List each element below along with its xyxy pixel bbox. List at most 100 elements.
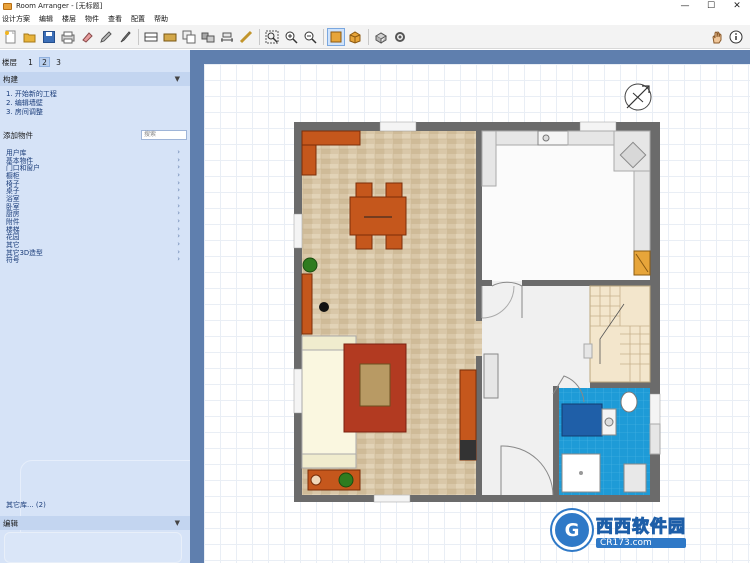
toolbar-separator — [368, 28, 369, 45]
zoom-in-icon[interactable] — [282, 28, 300, 46]
window[interactable] — [579, 121, 617, 132]
window[interactable] — [379, 121, 417, 132]
menu-options[interactable]: 配置 — [131, 14, 145, 24]
category-tables[interactable]: 桌子 › — [6, 186, 180, 195]
menu-view[interactable]: 查看 — [108, 14, 122, 24]
2d-view-icon[interactable] — [327, 27, 345, 46]
toilet[interactable] — [620, 391, 638, 413]
open-icon[interactable] — [21, 28, 39, 46]
wall-icon[interactable] — [142, 28, 160, 46]
tv-cabinet[interactable] — [301, 273, 313, 335]
menu-help[interactable]: 帮助 — [154, 14, 168, 24]
3d-walk-icon[interactable] — [372, 28, 390, 46]
bathtub[interactable] — [561, 403, 603, 437]
menu-object[interactable]: 物件 — [85, 14, 99, 24]
kitchen-counter[interactable] — [633, 170, 651, 252]
lamp-icon[interactable] — [319, 302, 329, 312]
dining-chair[interactable] — [355, 182, 373, 198]
step-edit-walls[interactable]: 2. 编辑墙壁 — [6, 99, 57, 108]
print-icon[interactable] — [59, 28, 77, 46]
interior-wall[interactable] — [476, 131, 482, 321]
menu-file[interactable]: 设计方案 — [2, 14, 30, 24]
info-icon[interactable] — [727, 28, 745, 46]
floor-tab-3[interactable]: 3 — [53, 57, 64, 67]
build-title: 构建 — [3, 74, 18, 84]
measure-icon[interactable] — [218, 28, 236, 46]
radiator[interactable] — [483, 353, 499, 399]
minimize-button[interactable]: — — [672, 0, 698, 12]
edit-section-header[interactable]: 编辑 ▼ — [0, 516, 190, 530]
watermark-logo: G — [552, 510, 592, 550]
collapse-icon[interactable]: ▼ — [175, 519, 180, 527]
toolbar-separator — [138, 28, 139, 45]
step-adjust-rooms[interactable]: 3. 房间调整 — [6, 108, 57, 117]
build-section-header[interactable]: 构建 ▼ — [0, 72, 190, 86]
dining-chair[interactable] — [385, 234, 403, 250]
category-other-3d[interactable]: 其它3D造型 › — [6, 248, 180, 257]
window[interactable] — [293, 368, 303, 414]
staircase[interactable] — [589, 285, 651, 383]
maximize-button[interactable]: ☐ — [698, 0, 724, 12]
window[interactable] — [373, 494, 411, 503]
left-panel: 楼层 1 2 3 构建 ▼ 1. 开始新的工程 2. 编辑墙壁 3. 房间调整 … — [0, 50, 190, 563]
category-chairs[interactable]: 椅子 › — [6, 179, 180, 188]
coffee-table[interactable] — [359, 363, 391, 407]
interior-wall[interactable] — [553, 386, 559, 495]
floor-tab-2[interactable]: 2 — [39, 57, 50, 67]
floor-tab-1[interactable]: 1 — [25, 57, 36, 67]
cabinet[interactable] — [623, 463, 647, 493]
dining-chair[interactable] — [385, 182, 403, 198]
close-button[interactable]: ✕ — [724, 0, 750, 12]
zoom-out-icon[interactable] — [301, 28, 319, 46]
search-input[interactable]: 搜索 — [141, 130, 187, 140]
app-icon — [3, 2, 12, 10]
kitchen-counter[interactable] — [495, 130, 539, 146]
category-doors-windows[interactable]: 门口和窗户 › — [6, 163, 180, 172]
category-kitchen[interactable]: 厨房 › — [6, 209, 180, 218]
menu-floor[interactable]: 楼层 — [62, 14, 76, 24]
ruler-icon[interactable] — [237, 28, 255, 46]
edit-title: 编辑 — [3, 518, 18, 528]
3d-view-icon[interactable] — [346, 28, 364, 46]
category-garden[interactable]: 花园 › — [6, 232, 180, 241]
save-icon[interactable] — [40, 28, 58, 46]
floor-plan-canvas[interactable] — [204, 64, 750, 563]
kitchen-counter[interactable] — [481, 130, 497, 187]
eraser-icon[interactable] — [78, 28, 96, 46]
kitchen-counter[interactable] — [567, 130, 615, 146]
sofa-shelf[interactable] — [301, 130, 361, 146]
toolbar-separator — [259, 28, 260, 45]
pencil-icon[interactable] — [97, 28, 115, 46]
category-stairs[interactable]: 楼梯 › — [6, 225, 180, 234]
brush-icon[interactable] — [116, 28, 134, 46]
menu-edit[interactable]: 编辑 — [39, 14, 53, 24]
watermark: G 西西软件园 CR173.com — [552, 508, 732, 552]
category-accessories[interactable]: 附件 › — [6, 217, 180, 226]
step-new-project[interactable]: 1. 开始新的工程 — [6, 90, 57, 99]
window[interactable] — [293, 213, 303, 249]
category-bedroom[interactable]: 卧室 › — [6, 202, 180, 211]
copy-icon[interactable] — [180, 28, 198, 46]
group-icon[interactable] — [199, 28, 217, 46]
add-objects-header: 添加物件 搜索 — [3, 129, 187, 141]
floor-label: 楼层 — [2, 57, 17, 67]
window-controls: — ☐ ✕ — [672, 0, 750, 12]
interior-wall[interactable] — [522, 280, 650, 286]
other-library-link[interactable]: 其它库... (2) — [6, 500, 46, 510]
category-bathroom[interactable]: 浴室 › — [6, 194, 180, 203]
settings-icon[interactable] — [391, 28, 409, 46]
plant-icon[interactable] — [338, 472, 354, 488]
plant-icon[interactable] — [302, 257, 318, 273]
dining-table[interactable] — [349, 196, 407, 236]
collapse-icon[interactable]: ▼ — [175, 75, 180, 83]
compass-icon[interactable] — [624, 83, 652, 111]
interior-wall[interactable] — [476, 356, 482, 495]
hand-icon[interactable] — [708, 28, 726, 46]
floor-tile-icon[interactable] — [161, 28, 179, 46]
zoom-fit-icon[interactable] — [263, 28, 281, 46]
dining-chair[interactable] — [355, 234, 373, 250]
new-icon[interactable] — [2, 28, 20, 46]
watermark-text: 西西软件园 CR173.com — [596, 512, 686, 548]
interior-wall[interactable] — [482, 280, 492, 286]
category-label: 符号 — [6, 256, 20, 265]
